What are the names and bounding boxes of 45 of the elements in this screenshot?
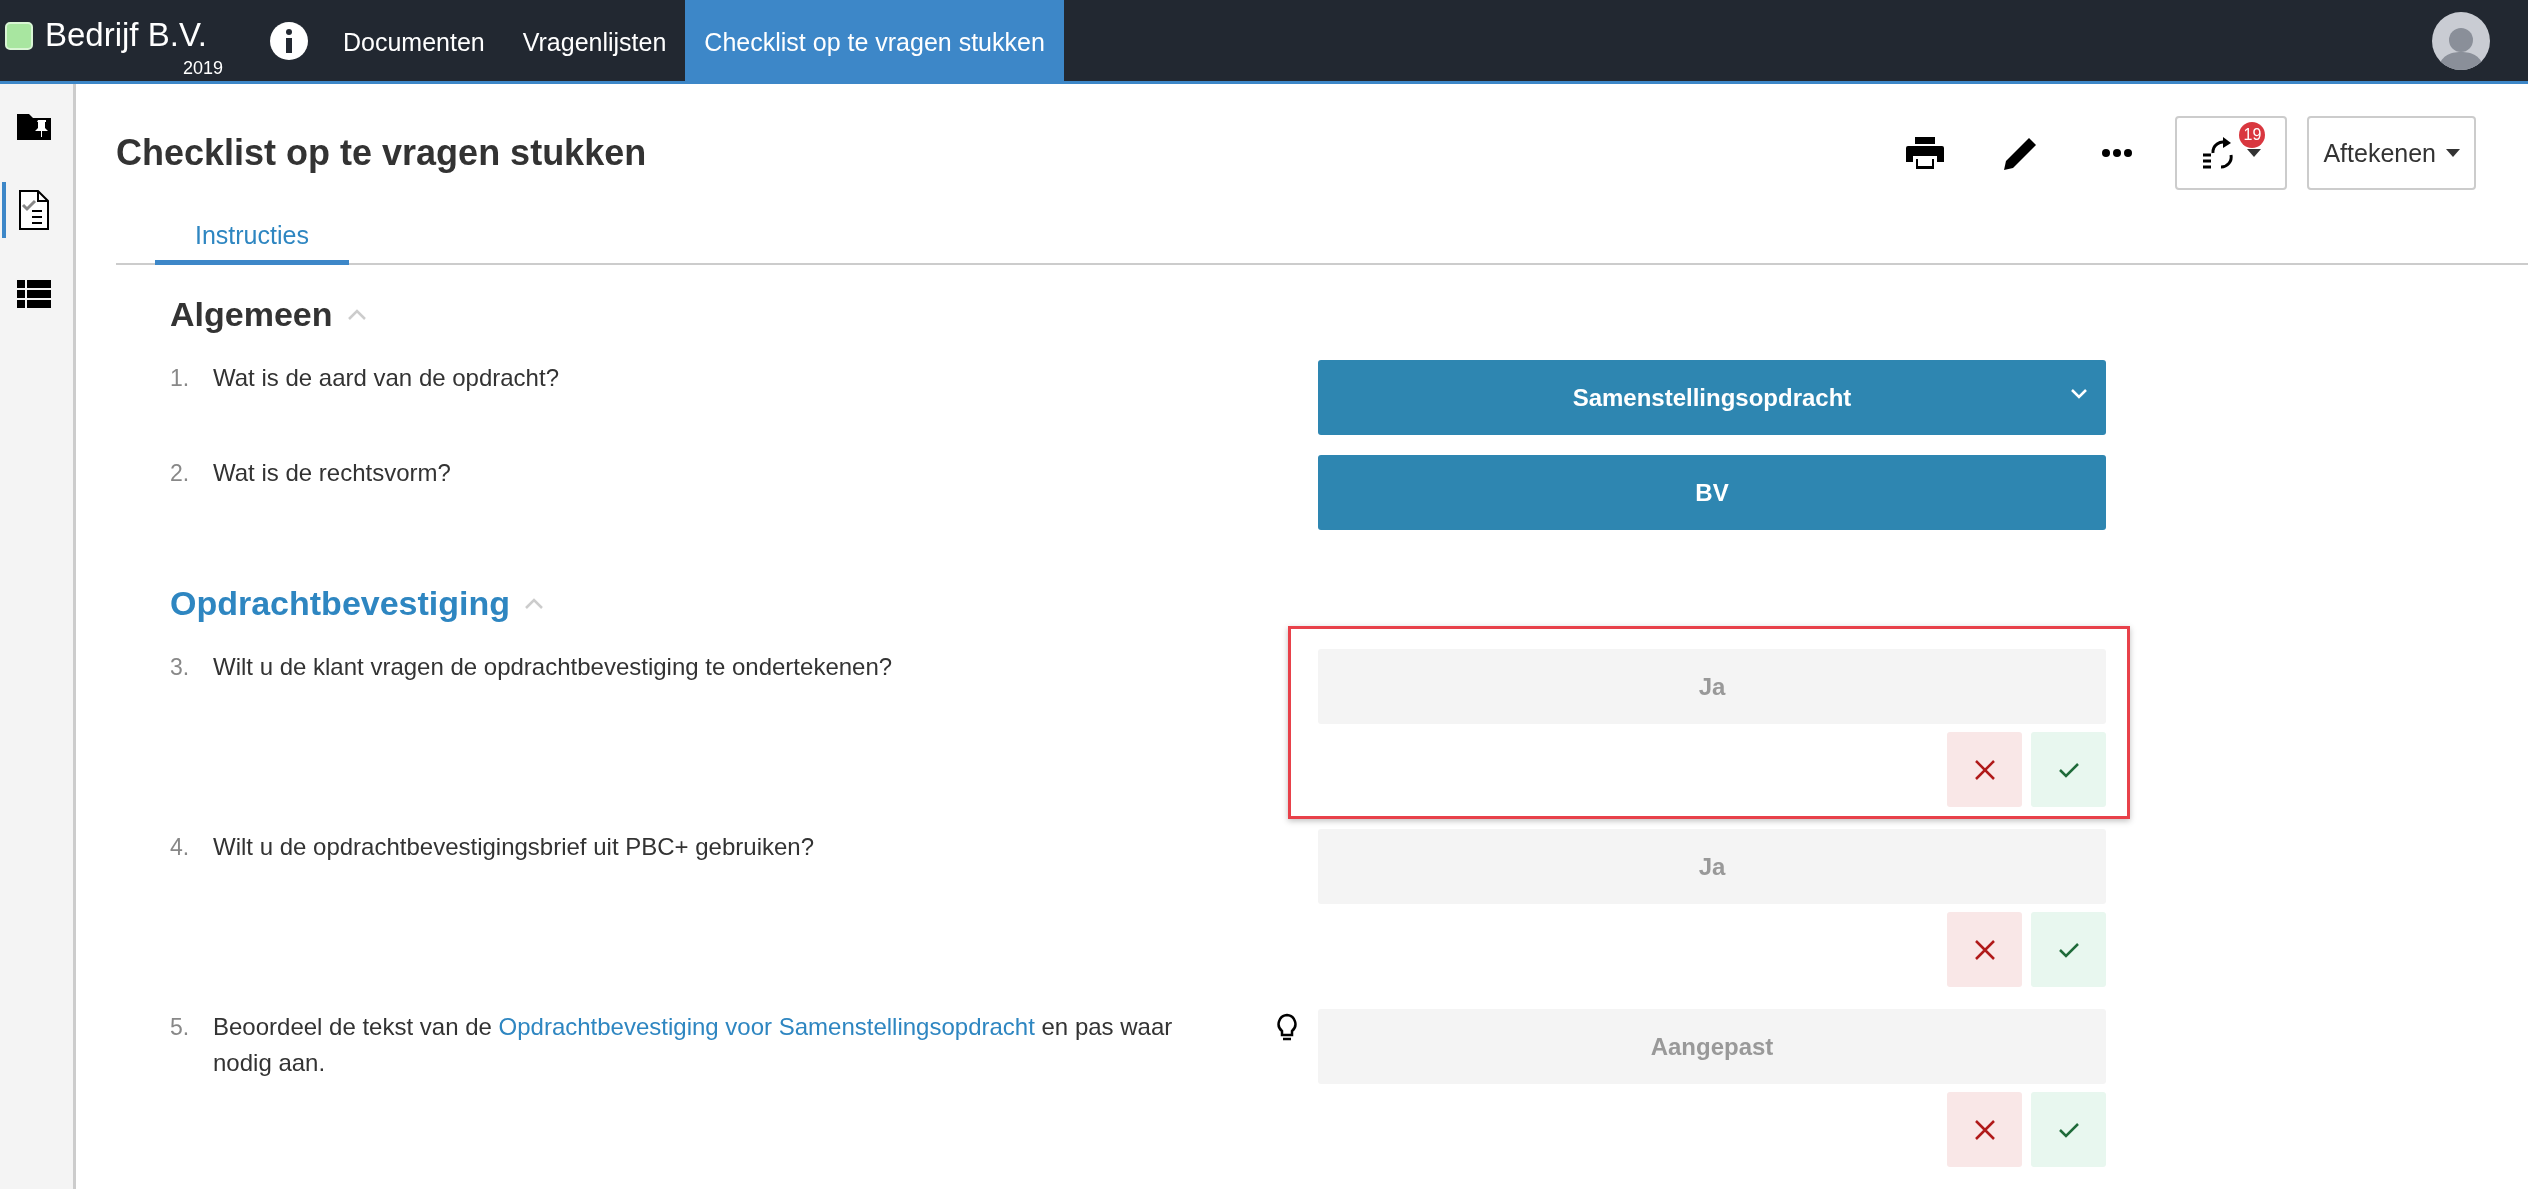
close-icon bbox=[1973, 938, 1996, 961]
check-icon bbox=[2057, 941, 2080, 958]
answer-dropdown[interactable]: Samenstellingsopdracht bbox=[1318, 360, 2106, 435]
caret-icon bbox=[2446, 149, 2460, 158]
close-icon bbox=[1973, 758, 1996, 781]
nav-tab[interactable]: Documenten bbox=[324, 0, 504, 84]
answer-value: Ja bbox=[1318, 649, 2106, 724]
info-icon[interactable] bbox=[270, 22, 308, 60]
question-number: 4. bbox=[170, 833, 191, 862]
year-label: 2019 bbox=[183, 58, 224, 79]
nav-tab[interactable]: Vragenlijsten bbox=[503, 0, 686, 84]
question-text: Wat is de rechtsvorm? bbox=[213, 458, 452, 488]
pencil-icon bbox=[2004, 136, 2039, 171]
sign-off-button[interactable]: Aftekenen bbox=[2307, 116, 2476, 191]
document-checklist-icon bbox=[17, 189, 50, 231]
tab[interactable]: Instructies bbox=[155, 221, 349, 265]
answer-value: Aangepast bbox=[1318, 1009, 2106, 1084]
more-icon bbox=[2102, 149, 2133, 158]
avatar[interactable] bbox=[2432, 11, 2490, 70]
list-icon bbox=[16, 280, 51, 308]
question-text: Wat is de aard van de opdracht? bbox=[213, 363, 560, 393]
page-title: Checklist op te vragen stukken bbox=[116, 132, 647, 175]
nav-tab[interactable]: Checklist op te vragen stukken bbox=[685, 0, 1064, 84]
question-text: Wilt u de opdrachtbevestigingsbrief uit PBC+ gebruiken? bbox=[213, 832, 815, 862]
lightbulb-icon[interactable] bbox=[1276, 1013, 1298, 1043]
workflow-button[interactable]: 19 bbox=[2175, 116, 2288, 191]
question-number: 2. bbox=[170, 459, 191, 488]
close-icon bbox=[1973, 1118, 1996, 1141]
check-icon bbox=[2057, 1121, 2080, 1138]
company-name: Bedrijf B.V. bbox=[45, 16, 208, 54]
section-title: Opdrachtbevestiging bbox=[170, 584, 511, 623]
question-number: 1. bbox=[170, 364, 191, 393]
check-icon bbox=[2057, 761, 2080, 778]
question-number: 5. bbox=[170, 1013, 191, 1042]
document-link[interactable]: Opdrachtbevestiging voor Samenstellingsopdracht bbox=[498, 1013, 1035, 1040]
chevron-down-icon bbox=[2070, 388, 2088, 400]
question-number: 3. bbox=[170, 653, 191, 682]
notification-badge: 19 bbox=[2239, 122, 2266, 149]
status-square bbox=[5, 22, 33, 50]
section-title: Algemeen bbox=[170, 295, 333, 334]
answer-value: Ja bbox=[1318, 829, 2106, 904]
question-text: Wilt u de klant vragen de opdrachtbevestiging te ondertekenen? bbox=[213, 652, 894, 682]
printer-icon bbox=[1906, 137, 1945, 170]
answer-button[interactable]: BV bbox=[1318, 455, 2106, 530]
question-text: Beoordeel de tekst van de Opdrachtbevestiging voor Samenstellingsopdracht en pas waar nodig aan. bbox=[213, 1012, 1174, 1078]
